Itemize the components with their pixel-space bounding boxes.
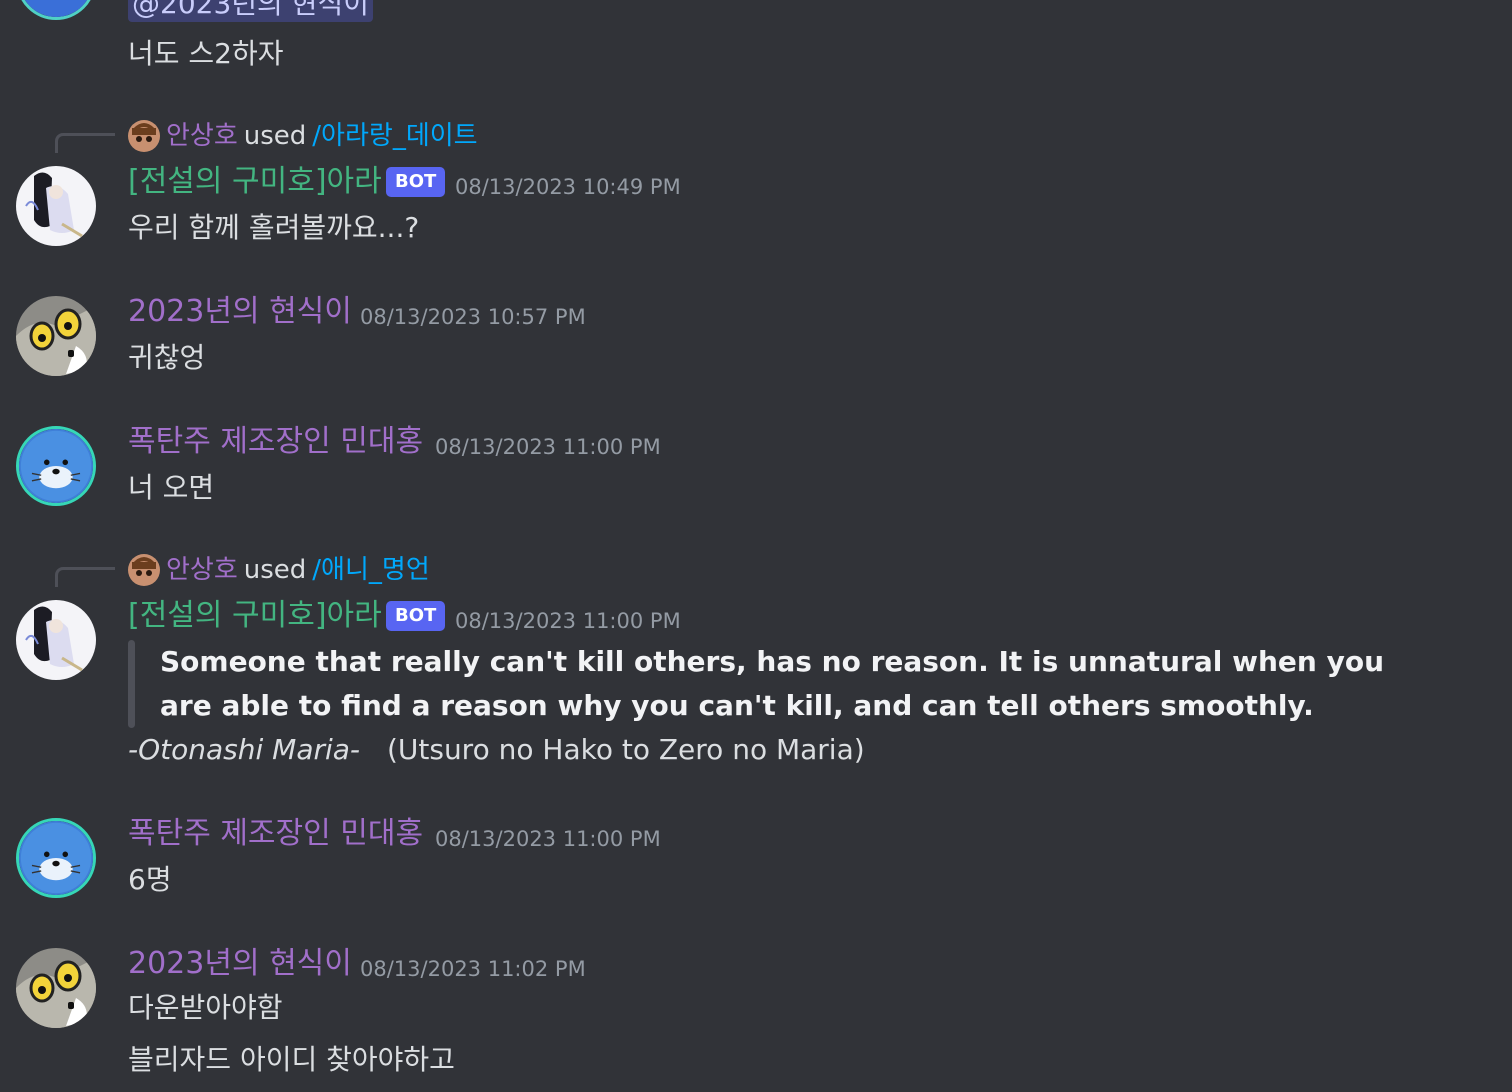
message-text: 너 오면: [128, 471, 215, 504]
message-text: 블리자드 아이디 찾아야하고: [128, 1043, 455, 1076]
blockquote-text: Someone that really can't kill others, h…: [160, 645, 1385, 722]
avatar-ansangho-small[interactable]: [128, 120, 160, 152]
username-ara[interactable]: [전설의 구미호]아라: [128, 164, 382, 200]
username-mindaehong[interactable]: 폭탄주 제조장인 민대홍: [128, 816, 423, 852]
username-mindaehong[interactable]: 폭탄주 제조장인 민대홍: [128, 424, 423, 460]
message-timestamp[interactable]: 08/13/2023 11:02 PM: [360, 956, 586, 982]
avatar-hyunsik[interactable]: [16, 948, 96, 1028]
avatar-ara-bot[interactable]: [16, 600, 96, 680]
attribution-source: (Utsuro no Hako to Zero no Maria): [386, 733, 865, 766]
username-hyunsik[interactable]: 2023년의 현식이: [128, 946, 352, 982]
message-timestamp[interactable]: 08/13/2023 10:49 PM: [455, 174, 681, 200]
command-usage: 안상호 used /애니_명언: [128, 554, 430, 586]
bot-tag: BOT: [386, 601, 446, 631]
avatar-mindaehong[interactable]: [16, 426, 96, 506]
avatar-mindaehong[interactable]: [16, 818, 96, 898]
avatar-ara-bot[interactable]: [16, 166, 96, 246]
command-name-link[interactable]: /아라랑_데이트: [312, 120, 477, 152]
blockquote-bar: [128, 640, 135, 728]
avatar-blue-seal-partial[interactable]: [16, 0, 96, 20]
message-text: 다운받아야함: [128, 991, 283, 1024]
command-user-name[interactable]: 안상호: [166, 554, 238, 586]
command-name-link[interactable]: /애니_명언: [312, 554, 429, 586]
message-timestamp[interactable]: 08/13/2023 11:00 PM: [455, 608, 681, 634]
message-text: 귀찮엉: [128, 341, 206, 374]
message-text: 우리 함께 홀려볼까요...?: [128, 211, 420, 244]
chat-messages: @2023년의 현식이 너도 스2하자 안상호 used /아라랑_데이트 [전…: [0, 0, 1512, 1092]
command-user-name[interactable]: 안상호: [166, 120, 238, 152]
message-text: 6명: [128, 863, 172, 896]
avatar-ansangho-small[interactable]: [128, 554, 160, 586]
reply-connector: [55, 567, 115, 587]
user-mention[interactable]: @2023년의 현식이: [128, 0, 373, 22]
message-timestamp[interactable]: 08/13/2023 10:57 PM: [360, 304, 586, 330]
message-timestamp[interactable]: 08/13/2023 11:00 PM: [435, 434, 661, 460]
message-text: 너도 스2하자: [128, 37, 284, 70]
command-used-label: used: [243, 555, 307, 585]
username-hyunsik[interactable]: 2023년의 현식이: [128, 294, 352, 330]
username-ara[interactable]: [전설의 구미호]아라: [128, 598, 382, 634]
bot-tag: BOT: [386, 167, 446, 197]
reply-connector: [55, 133, 115, 153]
avatar-hyunsik[interactable]: [16, 296, 96, 376]
message-timestamp[interactable]: 08/13/2023 11:00 PM: [435, 826, 661, 852]
attribution-name: -Otonashi Maria-: [128, 733, 361, 766]
quote-attribution: -Otonashi Maria- (Utsuro no Hako to Zero…: [128, 732, 865, 768]
command-usage: 안상호 used /아라랑_데이트: [128, 120, 478, 152]
command-used-label: used: [243, 121, 307, 151]
